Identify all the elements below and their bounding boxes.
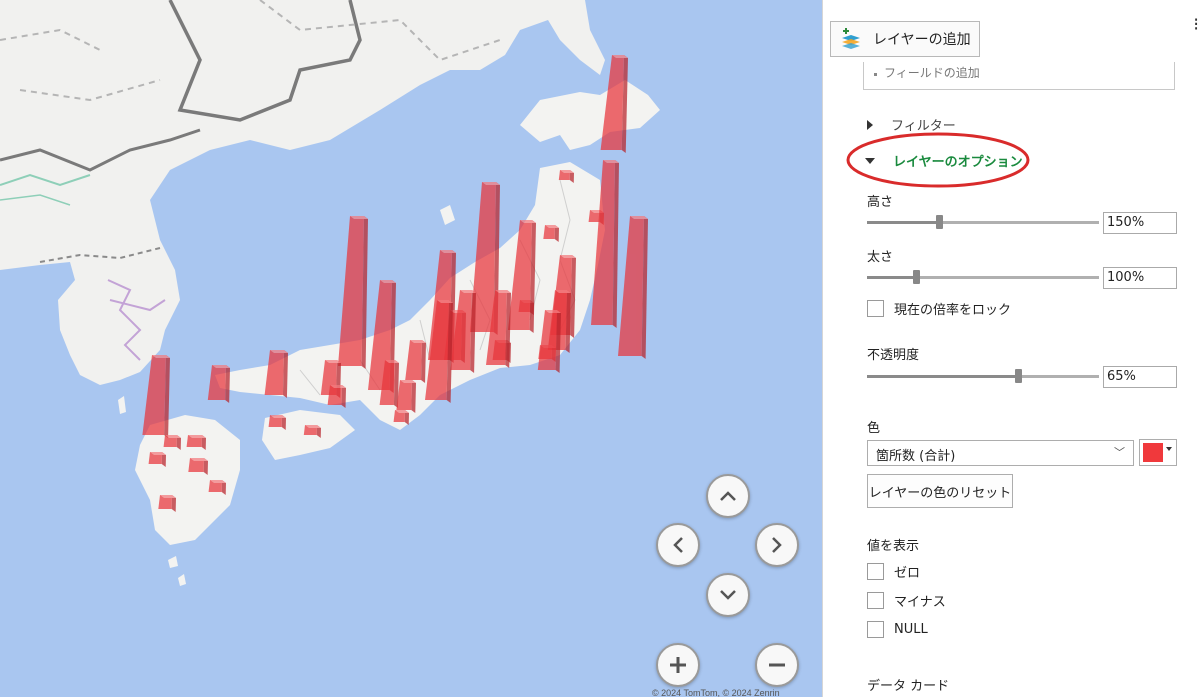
opacity-value-input[interactable]: 65% — [1103, 366, 1177, 388]
map-column-30[interactable] — [142, 355, 170, 438]
add-field-button[interactable]: フィールドの追加 — [863, 62, 1175, 90]
layer-settings-panel: レイヤーの追加 ⁝ フィールドの追加 フィルター レイヤーのオプション 高さ 1… — [822, 0, 1200, 697]
opacity-slider[interactable] — [867, 369, 1099, 383]
thickness-value-input[interactable]: 100% — [1103, 267, 1177, 289]
pan-down-button[interactable] — [706, 573, 750, 617]
color-field-value: 箇所数 (合計) — [876, 449, 956, 464]
show-zero-checkbox-row[interactable]: ゼロ — [867, 562, 920, 581]
show-negative-checkbox[interactable] — [867, 592, 884, 609]
map-column-26[interactable] — [327, 385, 346, 408]
dropdown-arrow-icon — [1166, 447, 1172, 451]
map-column-24[interactable] — [207, 365, 230, 403]
plus-icon — [670, 657, 686, 673]
map-column-28[interactable] — [393, 410, 409, 425]
lock-scale-checkbox[interactable] — [867, 300, 884, 317]
show-values-label: 値を表示 — [867, 539, 920, 554]
map-column-3[interactable] — [543, 225, 559, 242]
height-slider[interactable] — [867, 215, 1099, 229]
map-column-5[interactable] — [591, 160, 619, 328]
add-field-label: フィールドの追加 — [884, 66, 980, 80]
add-layer-label: レイヤーの追加 — [873, 32, 971, 48]
pan-left-button[interactable] — [656, 523, 700, 567]
show-zero-label: ゼロ — [894, 566, 921, 581]
map-column-32[interactable] — [186, 435, 206, 450]
show-negative-checkbox-row[interactable]: マイナス — [867, 591, 946, 610]
map-copyright: © 2024 TomTom, © 2024 Zenrin — [652, 688, 780, 697]
map-column-37[interactable] — [158, 495, 176, 512]
height-value-input[interactable]: 150% — [1103, 212, 1177, 234]
layers-plus-icon — [842, 28, 860, 49]
show-null-checkbox[interactable] — [867, 621, 884, 638]
map-column-22[interactable] — [264, 350, 288, 398]
map-column-1[interactable] — [558, 170, 574, 183]
show-null-label: NULL — [894, 622, 928, 637]
height-label: 高さ — [867, 195, 894, 210]
map-column-0[interactable] — [600, 55, 628, 153]
color-field-select[interactable]: 箇所数 (合計) ﹀ — [867, 440, 1134, 466]
highlight-circle — [846, 132, 1030, 188]
map-column-16[interactable] — [338, 216, 368, 369]
map-column-34[interactable] — [148, 452, 166, 467]
map-column-36[interactable] — [208, 480, 226, 495]
height-slider-thumb[interactable] — [935, 215, 943, 229]
opacity-label: 不透明度 — [867, 348, 920, 363]
color-swatch — [1143, 443, 1163, 462]
map-view[interactable]: © 2024 TomTom, © 2024 Zenrin — [0, 0, 822, 697]
chevron-down-icon — [720, 590, 736, 600]
chevron-up-icon — [720, 491, 736, 501]
add-layer-button[interactable]: レイヤーの追加 — [830, 21, 980, 57]
opacity-slider-thumb[interactable] — [1014, 369, 1022, 383]
color-picker-button[interactable] — [1139, 439, 1177, 466]
map-column-27[interactable] — [396, 380, 416, 413]
chevron-left-icon — [673, 537, 683, 553]
chevron-right-icon — [772, 537, 782, 553]
lock-scale-checkbox-row[interactable]: 現在の倍率をロック — [867, 299, 1011, 318]
map-column-29[interactable] — [268, 415, 286, 430]
lock-scale-label: 現在の倍率をロック — [894, 303, 1012, 318]
pan-right-button[interactable] — [755, 523, 799, 567]
chevron-down-icon: ﹀ — [1114, 446, 1125, 459]
thickness-slider[interactable] — [867, 270, 1099, 284]
map-column-10[interactable] — [618, 216, 648, 359]
map-column-17[interactable] — [537, 310, 561, 373]
data-card-label: データ カード — [867, 679, 950, 694]
show-negative-label: マイナス — [894, 595, 946, 610]
show-zero-checkbox[interactable] — [867, 563, 884, 580]
pan-up-button[interactable] — [706, 474, 750, 518]
minus-icon — [769, 663, 785, 667]
zoom-in-button[interactable] — [656, 643, 700, 687]
map-column-19[interactable] — [405, 340, 426, 383]
column-chart-layer — [142, 55, 648, 512]
thickness-slider-thumb[interactable] — [912, 270, 920, 284]
show-null-checkbox-row[interactable]: NULL — [867, 621, 928, 638]
map-column-6[interactable] — [508, 220, 536, 333]
map-column-33[interactable] — [163, 435, 181, 450]
color-label: 色 — [867, 421, 881, 436]
map-column-35[interactable] — [188, 458, 208, 475]
thickness-label: 太さ — [867, 250, 894, 265]
reset-layer-color-button[interactable]: レイヤーの色のリセット — [867, 474, 1013, 508]
map-column-31[interactable] — [303, 425, 321, 438]
zoom-out-button[interactable] — [755, 643, 799, 687]
panel-overflow-glyph: ⁝ — [1193, 14, 1199, 35]
